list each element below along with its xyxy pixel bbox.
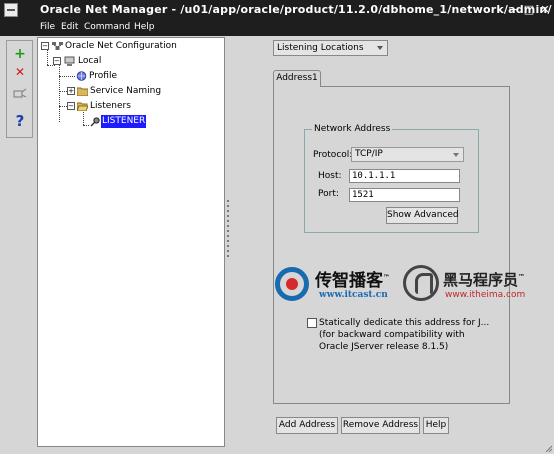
local-computer-icon	[64, 56, 75, 66]
tree-connector	[83, 112, 84, 125]
tree-node-profile[interactable]: Profile	[75, 70, 135, 83]
profile-globe-icon	[76, 71, 87, 81]
title-bar: Oracle Net Manager - /u01/app/oracle/pro…	[0, 0, 554, 20]
port-input[interactable]: 1521	[349, 188, 460, 202]
tree-label-selected: LISTENER	[101, 115, 147, 128]
menu-bar: File Edit Command Help	[0, 20, 554, 36]
help-button[interactable]: Help	[423, 417, 449, 434]
collapse-icon[interactable]: −	[53, 57, 61, 65]
toolbar: + ✕ ?	[6, 40, 33, 138]
show-advanced-button[interactable]: Show Advanced	[386, 207, 459, 224]
tree-node-oracle-net-configuration[interactable]: − Oracle Net Configuration	[41, 40, 211, 53]
tab-address1[interactable]: Address1	[273, 70, 321, 87]
minimize-button[interactable]: −	[506, 3, 520, 17]
menu-file[interactable]: File	[40, 22, 55, 32]
itheima-url: www.itheima.com	[445, 290, 526, 300]
folder-open-icon	[77, 102, 88, 111]
test-service-icon[interactable]	[10, 86, 30, 106]
window-menu-icon[interactable]	[4, 3, 18, 17]
tree-label: Service Naming	[90, 86, 162, 96]
tree-connector	[59, 65, 60, 122]
remove-address-button[interactable]: Remove Address	[341, 417, 420, 434]
host-label: Host:	[318, 171, 342, 181]
port-label: Port:	[318, 189, 339, 199]
collapse-icon[interactable]: −	[67, 102, 75, 110]
help-icon[interactable]: ?	[10, 111, 30, 131]
itheima-watermark: 黑马程序员™ www.itheima.com	[403, 265, 533, 305]
tree-label: Profile	[89, 71, 117, 81]
view-selector-dropdown[interactable]: Listening Locations	[273, 40, 388, 56]
close-button[interactable]: ✕	[538, 3, 552, 17]
listener-ear-icon	[90, 117, 100, 127]
menu-edit[interactable]: Edit	[61, 22, 78, 32]
view-selector-value: Listening Locations	[277, 43, 364, 53]
itcast-name: 传智播客™	[315, 271, 390, 291]
tree-connector	[59, 76, 75, 77]
menu-command[interactable]: Command	[84, 22, 130, 32]
host-input[interactable]: 10.1.1.1	[349, 169, 460, 183]
add-address-button[interactable]: Add Address	[276, 417, 338, 434]
tree-connector	[59, 91, 67, 92]
expand-icon[interactable]: +	[67, 87, 75, 95]
create-icon[interactable]: +	[10, 44, 30, 64]
tree-label: Oracle Net Configuration	[65, 41, 177, 51]
tree-node-listeners[interactable]: − Listeners	[67, 100, 167, 113]
tree-node-service-naming[interactable]: + Service Naming	[67, 85, 187, 98]
protocol-label: Protocol:	[313, 150, 353, 160]
pane-splitter[interactable]	[226, 200, 230, 260]
tree-label: Local	[78, 56, 102, 66]
maximize-button[interactable]: □	[522, 3, 536, 17]
resize-grip-icon[interactable]	[544, 444, 552, 452]
network-address-title: Network Address	[312, 124, 393, 134]
tree-connector	[59, 106, 67, 107]
static-dedicate-checkbox[interactable]	[307, 318, 317, 328]
folder-icon	[77, 87, 88, 96]
tree-node-listener[interactable]: LISTENER	[89, 115, 159, 128]
navigator-tree[interactable]: − Oracle Net Configuration − Local Profi…	[37, 37, 225, 447]
itcast-url: www.itcast.cn	[319, 290, 388, 300]
chevron-down-icon	[377, 46, 383, 50]
itheima-horse-logo-icon	[403, 265, 439, 301]
collapse-icon[interactable]: −	[41, 42, 49, 50]
tree-label: Listeners	[90, 101, 131, 111]
protocol-select[interactable]: TCP/IP	[351, 147, 464, 162]
network-icon	[52, 42, 63, 50]
delete-icon[interactable]: ✕	[10, 62, 30, 82]
itcast-watermark: 传智播客™ www.itcast.cn	[275, 263, 395, 307]
tree-node-local[interactable]: − Local	[53, 55, 113, 68]
chevron-down-icon	[453, 153, 459, 157]
itheima-name: 黑马程序员™	[443, 271, 526, 289]
window-title: Oracle Net Manager - /u01/app/oracle/pro…	[40, 3, 552, 16]
menu-help[interactable]: Help	[134, 22, 155, 32]
static-dedicate-label: Statically dedicate this address for J..…	[319, 318, 490, 352]
protocol-value: TCP/IP	[355, 149, 383, 159]
